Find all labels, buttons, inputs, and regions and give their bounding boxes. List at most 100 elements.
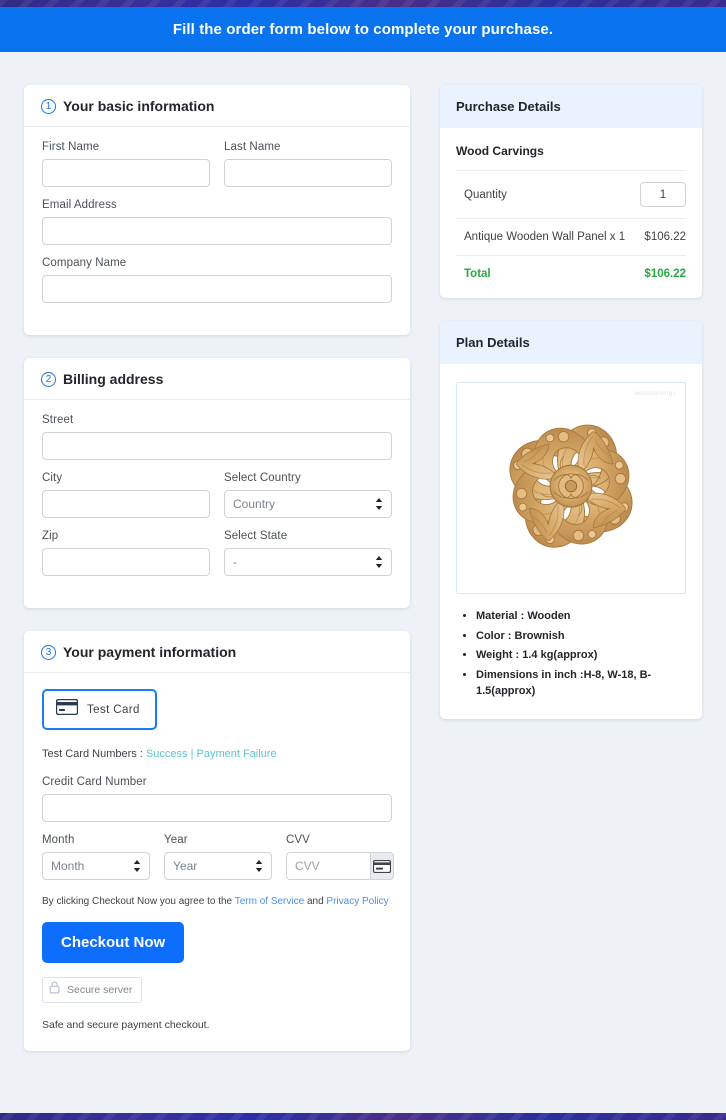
summary-column: Purchase Details Wood Carvings Quantity … (440, 85, 702, 1074)
credit-card-number-input[interactable] (42, 794, 392, 822)
street-input[interactable] (42, 432, 392, 460)
total-price: $106.22 (644, 268, 686, 280)
city-field: City (42, 472, 210, 518)
cvv-card-back-icon-button[interactable] (371, 852, 394, 880)
billing-address-body: Street City Select Country Country Zip S… (24, 400, 410, 608)
checkout-page: Fill the order form below to complete yo… (0, 7, 726, 1113)
company-input[interactable] (42, 275, 392, 303)
lock-icon (49, 981, 60, 999)
step-number-3: 3 (41, 644, 56, 660)
list-item: Weight : 1.4 kg(approx) (476, 647, 686, 664)
company-label: Company Name (42, 257, 127, 269)
purchase-details-body: Wood Carvings Quantity Antique Wooden Wa… (440, 128, 702, 298)
month-select-wrap: Month (42, 852, 150, 880)
test-card-tab[interactable]: Test Card (42, 689, 157, 730)
link-separator: | (190, 748, 194, 760)
payment-information-title: Your payment information (63, 644, 237, 660)
list-item: Dimensions in inch :H-8, W-18, B-1.5(app… (476, 667, 686, 700)
plan-details-title: Plan Details (440, 321, 702, 364)
image-watermark: woodcarvings (634, 391, 676, 397)
form-column: 1 Your basic information First Name Last… (24, 85, 410, 1074)
specs-list: Material : Wooden Color : Brownish Weigh… (456, 608, 686, 705)
billing-address-header: 2 Billing address (24, 358, 410, 400)
list-item: Color : Brownish (476, 628, 686, 645)
billing-address-card: 2 Billing address Street City Select Cou… (24, 358, 410, 608)
success-card-link[interactable]: Success (146, 748, 188, 760)
basic-information-card: 1 Your basic information First Name Last… (24, 85, 410, 335)
year-select[interactable]: Year (164, 852, 272, 880)
payment-information-header: 3 Your payment information (24, 631, 410, 673)
basic-information-title: Your basic information (63, 98, 215, 114)
credit-card-number-label: Credit Card Number (42, 776, 147, 788)
company-field: Company Name (42, 257, 392, 303)
email-input[interactable] (42, 217, 392, 245)
privacy-policy-link[interactable]: Privacy Policy (326, 896, 388, 907)
step-number-1: 1 (41, 98, 56, 114)
terms-and: and (304, 896, 327, 907)
zip-label: Zip (42, 530, 59, 542)
payment-information-card: 3 Your payment information Test Card Tes… (24, 631, 410, 1051)
country-label: Select Country (224, 472, 301, 484)
state-select[interactable]: - (224, 548, 392, 576)
last-name-input[interactable] (224, 159, 392, 187)
year-label: Year (164, 834, 188, 846)
cvv-input[interactable] (286, 852, 372, 880)
street-label: Street (42, 414, 74, 426)
secure-server-badge: Secure server (42, 977, 143, 1003)
country-field: Select Country Country (224, 472, 392, 518)
safe-payment-note: Safe and secure payment checkout. (42, 1019, 210, 1031)
credit-card-number-field: Credit Card Number (42, 776, 392, 822)
country-select[interactable]: Country (224, 490, 392, 518)
first-name-field: First Name (42, 141, 210, 187)
last-name-field: Last Name (224, 141, 392, 187)
step-number-2: 2 (41, 371, 56, 387)
line-item-row: Antique Wooden Wall Panel x 1 $106.22 (456, 219, 686, 256)
purchase-details-title: Purchase Details (440, 85, 702, 128)
total-row: Total $106.22 (456, 256, 686, 284)
city-label: City (42, 472, 63, 484)
cvv-field: CVV (286, 834, 394, 880)
test-card-numbers-row: Test Card Numbers : Success | Payment Fa… (42, 748, 392, 760)
state-select-wrap: - (224, 548, 392, 576)
quantity-input[interactable] (640, 182, 686, 207)
street-field: Street (42, 414, 392, 460)
basic-information-header: 1 Your basic information (24, 85, 410, 127)
terms-prefix: By clicking Checkout Now you agree to th… (42, 896, 235, 907)
secure-server-label: Secure server (67, 984, 133, 996)
plan-details-body: woodcarvings • Material: Wooden • Color… (440, 364, 702, 719)
test-card-numbers-label: Test Card Numbers : (42, 748, 146, 760)
cvv-input-group (286, 852, 394, 880)
product-group-name: Wood Carvings (456, 130, 686, 171)
email-field: Email Address (42, 199, 392, 245)
line-item-name: Antique Wooden Wall Panel x 1 (464, 231, 626, 243)
year-select-wrap: Year (164, 852, 272, 880)
zip-input[interactable] (42, 548, 210, 576)
name-row: First Name Last Name (42, 141, 392, 199)
month-label: Month (42, 834, 75, 846)
product-image-frame: woodcarvings (456, 382, 686, 594)
first-name-input[interactable] (42, 159, 210, 187)
plan-details-panel: Plan Details woodcarvings • Material: W… (440, 321, 702, 719)
state-label: Select State (224, 530, 288, 542)
content-area: 1 Your basic information First Name Last… (0, 52, 726, 1074)
state-field: Select State - (224, 530, 392, 576)
banner: Fill the order form below to complete yo… (0, 7, 726, 52)
city-input[interactable] (42, 490, 210, 518)
checkout-now-button[interactable]: Checkout Now (42, 922, 185, 963)
payment-failure-card-link[interactable]: Payment Failure (196, 748, 276, 760)
term-of-service-link[interactable]: Term of Service (235, 896, 304, 907)
billing-address-title: Billing address (63, 371, 164, 387)
city-country-row: City Select Country Country (42, 472, 392, 530)
terms-text: By clicking Checkout Now you agree to th… (42, 896, 392, 907)
country-select-wrap: Country (224, 490, 392, 518)
year-field: Year Year (164, 834, 272, 880)
total-label: Total (464, 268, 491, 280)
email-label: Email Address (42, 199, 117, 211)
payment-information-body: Test Card Test Card Numbers : Success | … (24, 673, 410, 1051)
list-item: Material : Wooden (476, 608, 686, 625)
zip-field: Zip (42, 530, 210, 576)
test-card-tab-label: Test Card (87, 703, 140, 716)
line-item-price: $106.22 (644, 231, 686, 243)
month-select[interactable]: Month (42, 852, 150, 880)
zip-state-row: Zip Select State - (42, 530, 392, 588)
